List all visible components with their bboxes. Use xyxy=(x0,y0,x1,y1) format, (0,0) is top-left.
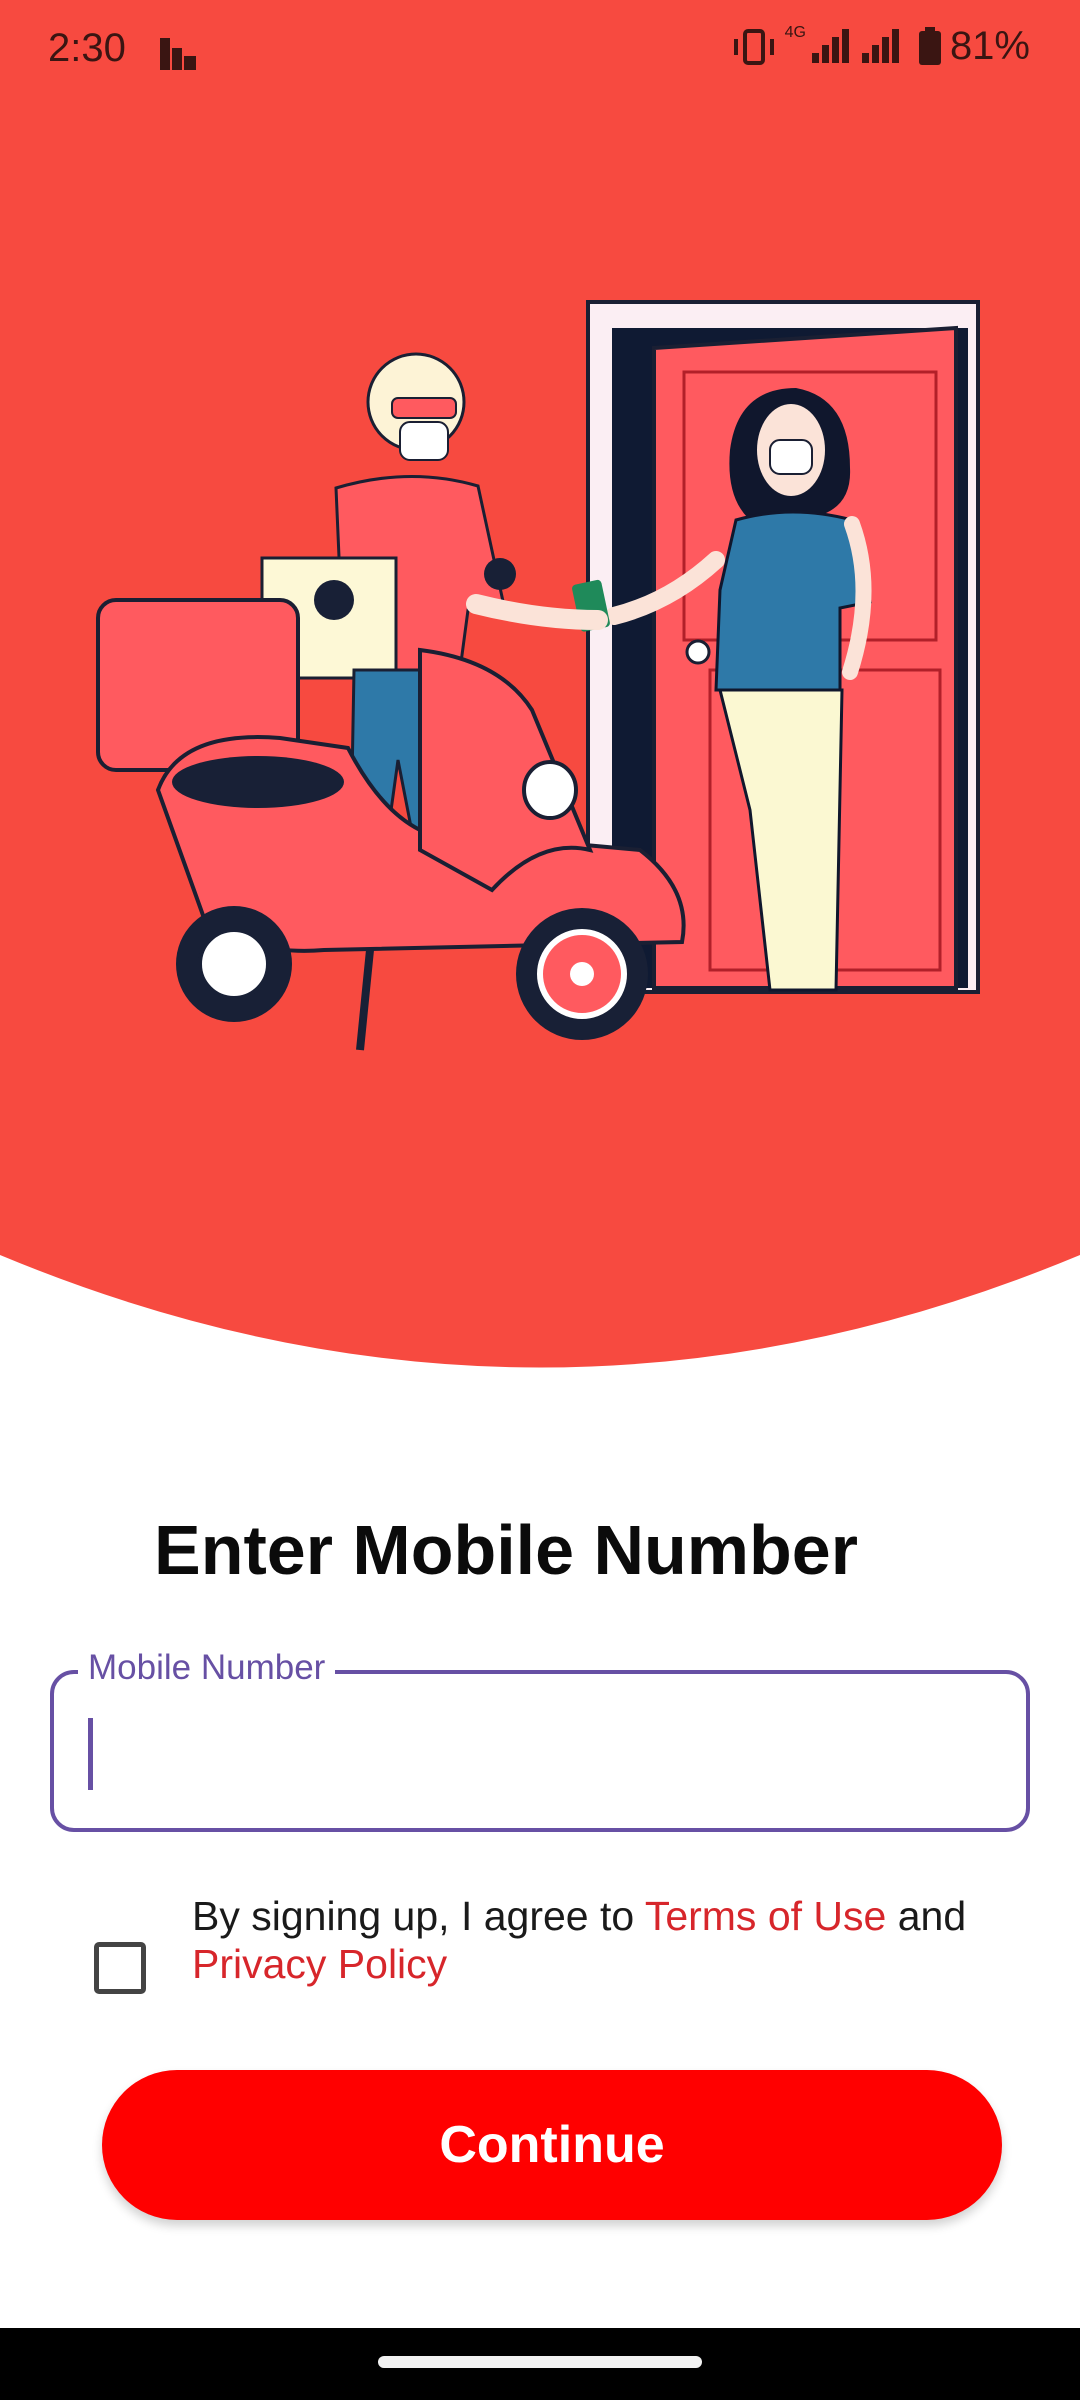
signal-icon xyxy=(811,28,899,63)
vibrate-icon xyxy=(733,28,774,65)
delivery-scooter-illustration xyxy=(96,300,980,1051)
terms-text: By signing up, I agree to Terms of Use a… xyxy=(192,1892,1012,1988)
home-gesture-handle[interactable] xyxy=(378,2356,702,2368)
battery-icon xyxy=(918,26,941,65)
battery-percent: 81% xyxy=(949,24,1030,68)
mobile-number-field[interactable]: Mobile Number xyxy=(50,1648,1030,1832)
status-right: 4G 81% xyxy=(731,24,1030,69)
network-type: 4G xyxy=(784,24,806,41)
privacy-policy-link[interactable]: Privacy Policy xyxy=(192,1941,447,1987)
activity-bars-icon xyxy=(160,38,196,70)
navigation-bar xyxy=(0,2328,1080,2400)
status-bar: 2:30 4G 81% xyxy=(0,0,1080,104)
terms-middle: and xyxy=(886,1893,967,1939)
mobile-number-input[interactable] xyxy=(84,1712,988,1786)
continue-button[interactable]: Continue xyxy=(102,2070,1002,2220)
status-time: 2:30 xyxy=(48,26,126,70)
hero-header xyxy=(0,0,1080,1400)
text-cursor xyxy=(88,1718,93,1790)
terms-prefix: By signing up, I agree to xyxy=(192,1893,645,1939)
terms-of-use-link[interactable]: Terms of Use xyxy=(645,1893,887,1939)
mobile-number-label: Mobile Number xyxy=(78,1648,336,1688)
terms-checkbox[interactable] xyxy=(94,1942,146,1994)
page-title: Enter Mobile Number xyxy=(154,1511,858,1589)
